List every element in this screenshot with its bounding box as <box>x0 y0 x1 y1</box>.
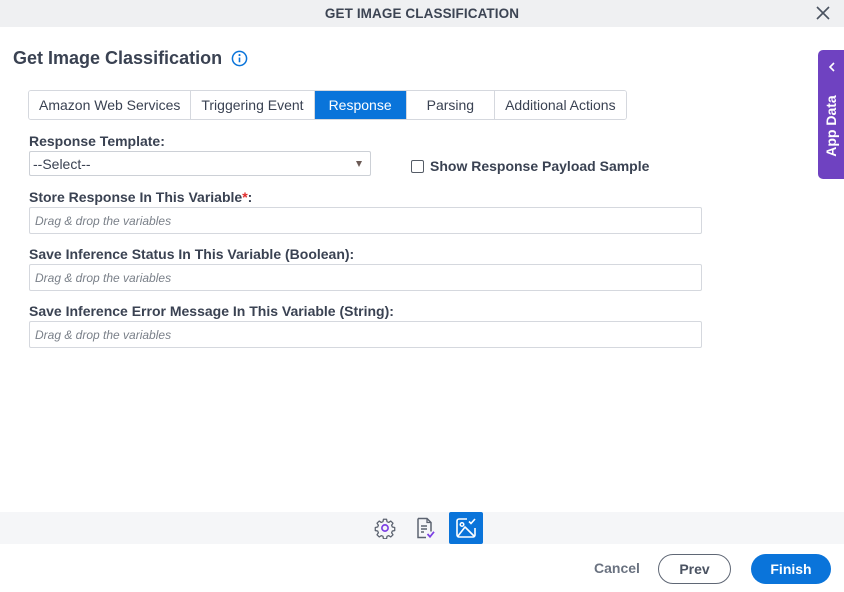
tab-label: Response <box>328 97 392 113</box>
tab-label: Amazon Web Services <box>39 97 181 113</box>
page-title: Get Image Classification <box>13 48 223 68</box>
image-classification-button[interactable] <box>449 512 483 544</box>
inference-status-label: Save Inference Status In This Variable (… <box>29 246 355 262</box>
dialog-titlebar: GET IMAGE CLASSIFICATION <box>0 0 844 27</box>
cancel-button[interactable]: Cancel <box>594 560 640 576</box>
store-response-label: Store Response In This Variable*: <box>29 189 252 205</box>
app-data-label: App Data <box>823 95 839 157</box>
label-suffix: : <box>247 189 253 205</box>
checkbox-box[interactable] <box>411 159 424 173</box>
page-heading: Get Image Classification <box>13 48 248 69</box>
response-template-label: Response Template: <box>29 133 165 149</box>
tab-additional-actions[interactable]: Additional Actions <box>495 91 626 119</box>
document-check-icon <box>417 517 435 539</box>
document-check-button[interactable] <box>408 512 442 544</box>
tab-label: Parsing <box>426 97 475 113</box>
info-circle-icon[interactable] <box>231 50 248 67</box>
field-placeholder: Drag & drop the variables <box>35 327 172 342</box>
field-placeholder: Drag & drop the variables <box>35 213 172 228</box>
tab-label: Additional Actions <box>505 97 616 113</box>
tab-response[interactable]: Response <box>314 91 407 119</box>
tab-label: Triggering Event <box>201 97 304 113</box>
field-placeholder: Drag & drop the variables <box>35 270 172 285</box>
show-payload-checkbox[interactable]: Show Response Payload Sample <box>411 158 649 174</box>
dialog-title: GET IMAGE CLASSIFICATION <box>324 6 520 21</box>
inference-error-label: Save Inference Error Message In This Var… <box>29 303 394 319</box>
chevron-left-icon <box>828 62 835 72</box>
checkbox-label: Show Response Payload Sample <box>430 158 650 174</box>
tab-bar: Amazon Web Services Triggering Event Res… <box>28 90 627 120</box>
settings-button[interactable] <box>368 512 402 544</box>
select-value: --Select-- <box>33 155 91 172</box>
tab-amazon-web-services[interactable]: Amazon Web Services <box>29 91 192 119</box>
bottom-icon-bar <box>0 512 844 544</box>
tab-parsing[interactable]: Parsing <box>406 91 496 119</box>
label-text: Store Response In This Variable <box>29 189 243 205</box>
close-icon[interactable] <box>814 4 832 22</box>
settings-gear-icon <box>374 518 396 539</box>
tab-triggering-event[interactable]: Triggering Event <box>191 91 315 119</box>
inference-error-field[interactable]: Drag & drop the variables <box>29 321 702 348</box>
store-response-field[interactable]: Drag & drop the variables <box>29 207 702 234</box>
image-classification-icon <box>456 518 476 538</box>
finish-button[interactable]: Finish <box>751 554 831 584</box>
caret-down-icon <box>356 161 362 167</box>
response-template-select[interactable]: --Select-- <box>29 151 371 176</box>
prev-button[interactable]: Prev <box>658 554 731 584</box>
inference-status-field[interactable]: Drag & drop the variables <box>29 264 702 291</box>
app-data-panel-toggle[interactable]: App Data <box>818 50 844 179</box>
